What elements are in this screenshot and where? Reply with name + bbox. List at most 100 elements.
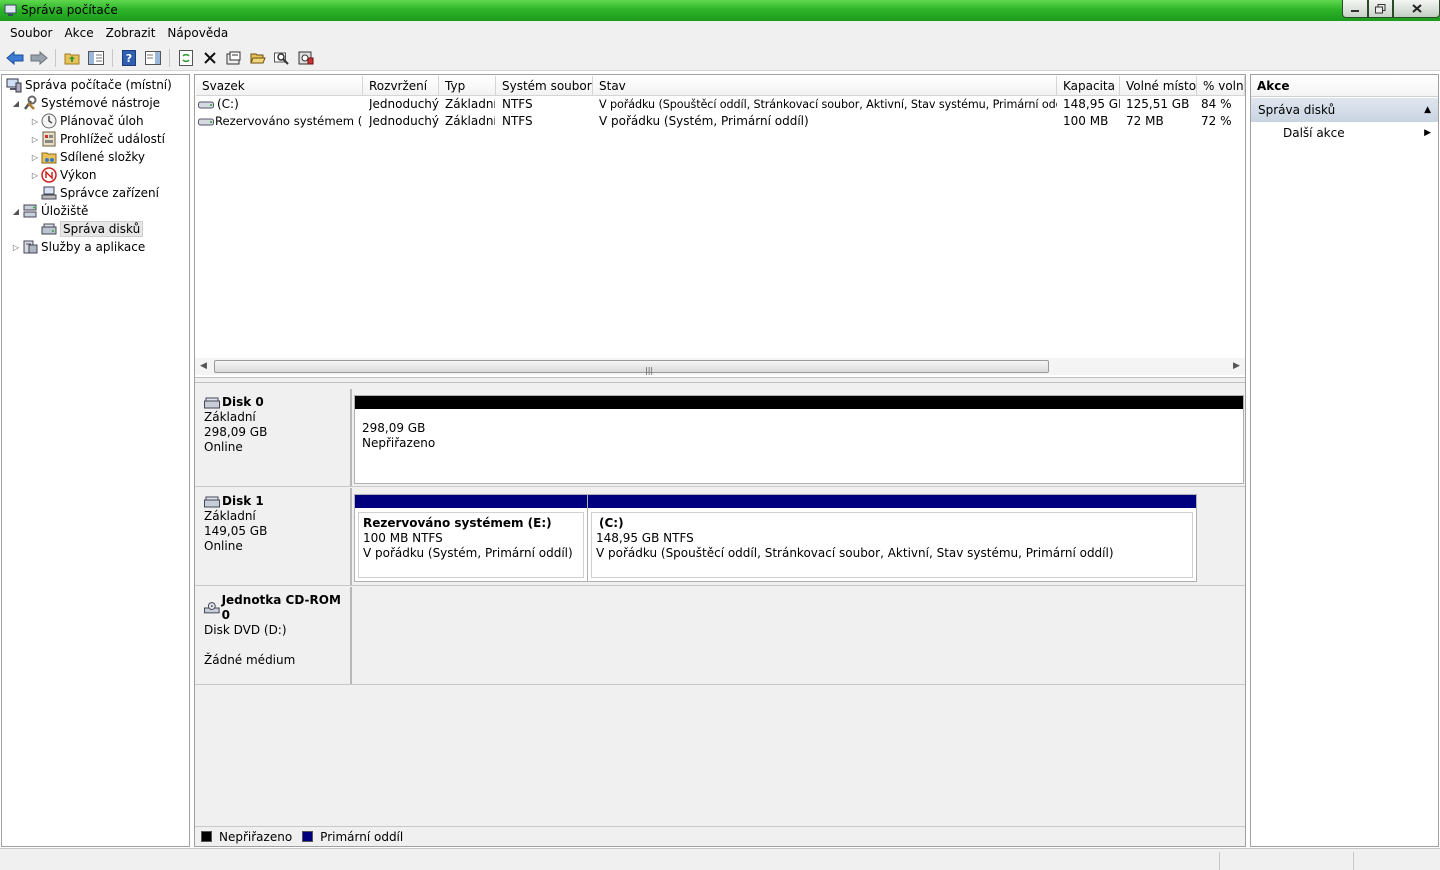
grip-icon: ||| [645,366,654,375]
drive-icon [198,118,214,126]
scroll-left-icon[interactable]: ◀ [200,361,207,371]
actions-section-disk-management[interactable]: Správa disků ▲ [1251,98,1438,122]
expand-arrow-icon[interactable]: ▷ [29,153,41,162]
menu-view[interactable]: Zobrazit [100,26,162,40]
menu-action[interactable]: Akce [58,26,99,40]
tree-label: Sdílené složky [60,150,145,164]
storage-icon [23,204,37,218]
tree-item-disk-management[interactable]: Správa disků [29,220,144,238]
column-header-percent-free[interactable]: % volné [1197,76,1245,96]
table-cell: NTFS [502,114,533,128]
expand-arrow-icon[interactable]: ▷ [29,135,41,144]
svg-text:?: ? [126,52,132,65]
maximize-button[interactable] [1368,0,1393,18]
delete-button[interactable] [199,47,221,69]
close-button[interactable] [1393,0,1440,18]
refresh-button[interactable] [175,47,197,69]
expand-arrow-icon[interactable]: ▷ [29,171,41,180]
search-button[interactable] [271,47,293,69]
horizontal-scrollbar[interactable]: ◀ ||| ▶ [195,358,1245,375]
legend: Nepřiřazeno Primární oddíl [195,826,1245,846]
table-cell: Rezervováno systémem (E:) [215,114,362,128]
disk-size: 298,09 GB [204,425,268,439]
event-viewer-icon [42,131,56,147]
clock-icon [41,113,57,129]
collapse-arrow-icon[interactable]: ◢ [10,99,22,108]
restore-icon [1375,3,1386,13]
partition-c-drive[interactable]: (C:) 148,95 GB NTFS V pořádku (Spouštěcí… [587,494,1197,582]
legend-label-unallocated: Nepřiřazeno [219,829,293,844]
table-cell: V pořádku (Systém, Primární oddíl) [599,114,809,128]
disk-row-0[interactable]: Disk 0 Základní 298,09 GB Online 298,09 … [195,389,1245,487]
action-more-actions[interactable]: Další akce ▶ [1251,122,1438,144]
tree-label: Systémové nástroje [41,96,161,110]
column-header-capacity[interactable]: Kapacita [1057,76,1120,96]
forward-button[interactable] [28,47,50,69]
volume-list: Svazek Rozvržení Typ Systém souborů Stav… [195,75,1245,377]
disk-management-icon [41,223,57,235]
tree-item-storage[interactable]: ◢ Úložiště [10,202,89,220]
disk-row-1[interactable]: Disk 1 Základní 149,05 GB Online Rezervo… [195,488,1245,586]
back-icon [6,50,24,65]
drive-icon [198,101,214,109]
expand-arrow-icon[interactable]: ▷ [10,243,22,252]
tree-item-performance[interactable]: ▷ Výkon [29,166,96,184]
table-cell: 72 % [1201,114,1232,128]
column-header-free-space[interactable]: Volné místo [1120,76,1197,96]
disk-status: Online [204,440,243,454]
tools-icon [24,95,37,110]
column-header-file-system[interactable]: Systém souborů [496,76,593,96]
scrollbar-thumb[interactable]: ||| [214,360,1049,375]
tree-item-event-viewer[interactable]: ▷ Prohlížeč událostí [29,130,165,148]
partition-size: 298,09 GB [362,421,426,435]
tree-item-computer-management[interactable]: Správa počítače (místní) [4,76,172,94]
disk-info-0[interactable]: Disk 0 Základní 298,09 GB Online [195,389,352,486]
toolbar-separator [169,48,170,67]
tree-item-device-manager[interactable]: Správce zařízení [29,184,159,202]
help-icon: ? [122,49,136,66]
tree-item-system-tools[interactable]: ◢ Systémové nástroje [10,94,160,112]
show-hide-action-pane-button[interactable] [142,47,164,69]
menu-file[interactable]: Soubor [4,26,58,40]
partition-unallocated-disk0[interactable]: 298,09 GB Nepřiřazeno [354,395,1244,484]
partition-color-bar [355,396,1243,409]
cd-drive-icon [204,602,220,614]
tree-label: Správa počítače (místní) [25,78,172,92]
show-hide-tree-button[interactable] [85,47,107,69]
partition-system-reserved[interactable]: Rezervováno systémem (E:) 100 MB NTFS V … [354,494,588,582]
disk-status: Žádné médium [204,653,296,667]
tree-label: Správa disků [60,221,144,237]
up-button[interactable] [61,47,83,69]
minimize-button[interactable] [1342,0,1368,18]
column-header-status[interactable]: Stav [593,76,1057,96]
disk-info-1[interactable]: Disk 1 Základní 149,05 GB Online [195,488,352,585]
scroll-right-icon[interactable]: ▶ [1233,361,1240,371]
tree-item-shared-folders[interactable]: ▷ Sdílené složky [29,148,145,166]
disk-name: Jednotka CD-ROM 0 [221,593,341,622]
services-icon [23,240,38,254]
expand-arrow-icon[interactable]: ▷ [29,117,41,126]
navigation-tree: Správa počítače (místní) ◢ Systémové nás… [1,74,190,847]
back-button[interactable] [4,47,26,69]
toolbar-separator [112,48,113,67]
menu-help[interactable]: Nápověda [161,26,234,40]
collapse-arrow-icon[interactable]: ◢ [10,207,22,216]
tree-label: Plánovač úloh [60,114,144,128]
disk-row-cdrom[interactable]: Jednotka CD-ROM 0 Disk DVD (D:) Žádné mé… [195,587,1245,685]
open-button[interactable] [247,47,269,69]
column-header-layout[interactable]: Rozvržení [363,76,439,96]
table-cell: Základní [445,97,495,111]
settings-button[interactable] [295,47,317,69]
tree-item-services-applications[interactable]: ▷ Služby a aplikace [10,238,145,256]
column-header-type[interactable]: Typ [439,76,496,96]
column-header-volume[interactable]: Svazek [196,76,363,96]
properties-button[interactable] [223,47,245,69]
partition-name: (C:) [599,516,624,530]
properties-icon [226,51,241,64]
table-cell: 148,95 GB [1063,97,1120,111]
help-button[interactable]: ? [118,47,140,69]
collapse-up-icon[interactable]: ▲ [1424,98,1431,122]
disk-info-cdrom[interactable]: Jednotka CD-ROM 0 Disk DVD (D:) Žádné mé… [195,587,352,684]
partition-body: (C:) 148,95 GB NTFS V pořádku (Spouštěcí… [591,512,1193,578]
tree-item-task-scheduler[interactable]: ▷ Plánovač úloh [29,112,144,130]
